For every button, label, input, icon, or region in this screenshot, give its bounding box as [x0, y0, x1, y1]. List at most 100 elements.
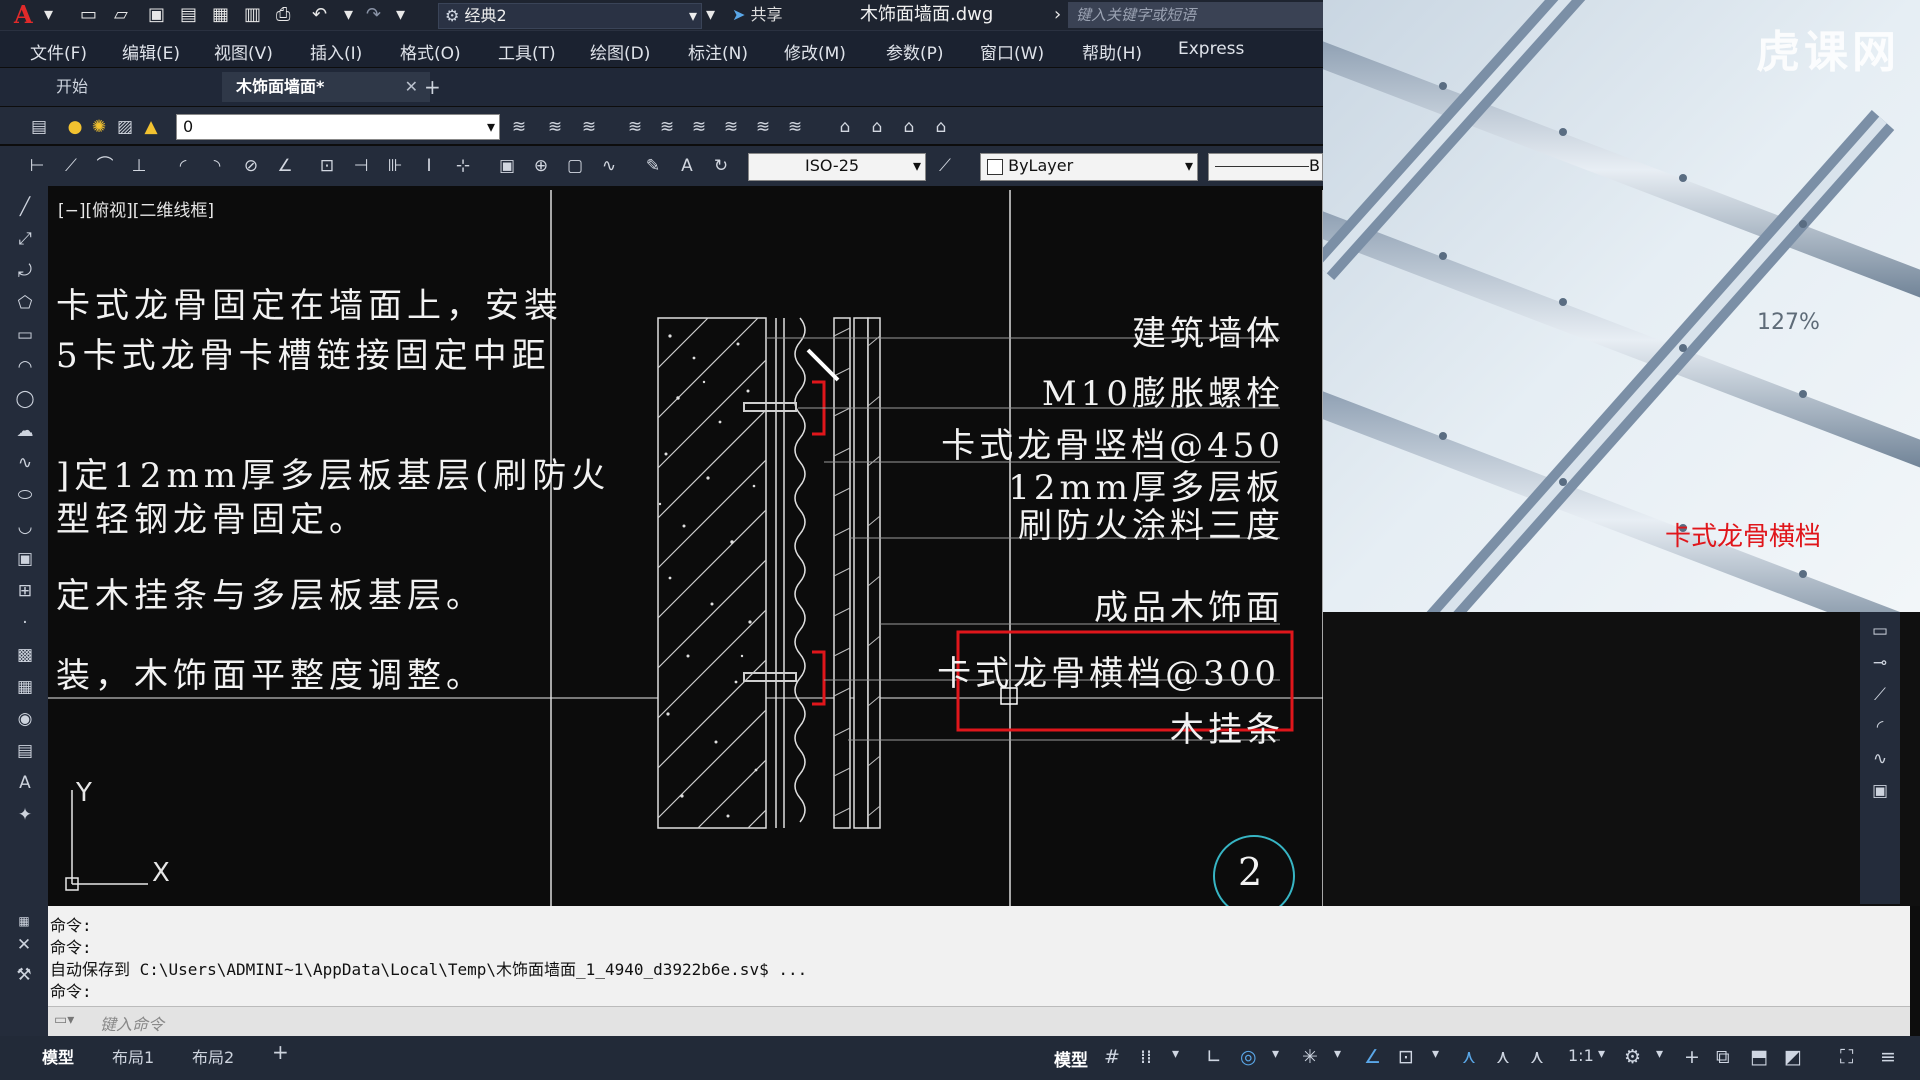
save-icon[interactable]: ▣	[148, 4, 165, 25]
tolerance-icon[interactable]: ▣	[496, 155, 518, 177]
linear-dim-icon[interactable]: ⊢	[26, 155, 48, 177]
redo-dropdown-icon[interactable]: ▾	[396, 4, 405, 25]
layer-isolate-icon[interactable]: ≋	[656, 116, 678, 138]
menu-file[interactable]: 文件(F)	[30, 39, 87, 64]
tab-active-document[interactable]: 木饰面墙面* ✕	[222, 72, 430, 102]
polar-icon[interactable]: ◎	[1240, 1046, 1257, 1068]
print-icon[interactable]: ⎙	[276, 4, 290, 25]
wrench-icon[interactable]: ⚒	[13, 964, 35, 986]
auto-scale-icon[interactable]: ⋏	[1496, 1046, 1510, 1068]
app-logo-icon[interactable]: A	[14, 0, 33, 29]
chevron-down-icon[interactable]: ▾	[1656, 1046, 1663, 1062]
spline-icon[interactable]: ∿	[14, 452, 36, 474]
linetype-select[interactable]: B	[1208, 153, 1323, 181]
insert-block-icon[interactable]: ▣	[14, 548, 36, 570]
new-file-icon[interactable]: ▭	[80, 4, 97, 25]
layout-tab-model[interactable]: 模型	[42, 1044, 74, 1068]
jogged-linear-icon[interactable]: ∿	[598, 155, 620, 177]
radius-dim-icon[interactable]: ◜	[172, 155, 194, 177]
ellipse-icon[interactable]: ⬭	[14, 484, 36, 506]
publish-icon[interactable]: ▦	[212, 4, 229, 25]
rectangle-icon[interactable]: ▭	[14, 324, 36, 346]
layer-freeze-icon[interactable]: ≋	[752, 116, 774, 138]
chevron-down-icon[interactable]: ▾	[1432, 1046, 1439, 1062]
lock-icon[interactable]: ▲	[140, 116, 162, 138]
isolate-objects-icon[interactable]: ⧉	[1716, 1046, 1730, 1068]
dim-text-edit-icon[interactable]: A	[676, 155, 698, 177]
menu-format[interactable]: 格式(O)	[400, 39, 461, 64]
layer-select[interactable]: 0 ▾	[176, 114, 500, 140]
menu-parametric[interactable]: 参数(P)	[886, 39, 944, 64]
ellipse-arc-icon[interactable]: ◡	[14, 516, 36, 538]
ordinate-dim-icon[interactable]: ⊥	[128, 155, 150, 177]
menu-help[interactable]: 帮助(H)	[1082, 39, 1142, 64]
workspace-gear-icon[interactable]: ⚙	[1624, 1046, 1641, 1068]
command-window-handle[interactable]: ▦ ✕ ⚒	[0, 906, 48, 1036]
dimstyle-select[interactable]: ISO-25 ▾	[748, 153, 926, 181]
plot-preview-icon[interactable]: ▥	[244, 4, 261, 25]
layer-match-icon[interactable]: ≋	[624, 116, 646, 138]
table-icon[interactable]: ▤	[14, 740, 36, 762]
layer-state-icon[interactable]: ≋	[578, 116, 600, 138]
redo-icon[interactable]: ↷	[366, 4, 381, 25]
make-current-layer-icon[interactable]: ≋	[508, 116, 530, 138]
sun-icon[interactable]: ✺	[88, 116, 110, 138]
undo-icon[interactable]: ↶	[312, 4, 327, 25]
snap-icon[interactable]: ⁞⁞	[1140, 1046, 1152, 1068]
search-input[interactable]: 键入关键字或短语	[1068, 2, 1323, 28]
arc-icon[interactable]: ◠	[14, 356, 36, 378]
layer-unisolate-icon[interactable]: ≋	[688, 116, 710, 138]
new-tab-plus-icon[interactable]: +	[410, 72, 455, 102]
layer-walk-icon[interactable]: ⌂	[834, 116, 856, 138]
color-select[interactable]: ByLayer ▾	[980, 153, 1198, 181]
menu-modify[interactable]: 修改(M)	[784, 39, 846, 64]
layer-previous-icon[interactable]: ≋	[544, 116, 566, 138]
layout-tab-1[interactable]: 布局1	[112, 1044, 154, 1068]
menu-tools[interactable]: 工具(T)	[498, 39, 556, 64]
menu-view[interactable]: 视图(V)	[214, 39, 273, 64]
graphics-performance-icon[interactable]: ◩	[1784, 1046, 1802, 1068]
fillet-icon[interactable]: ◜	[1869, 716, 1891, 738]
menu-window[interactable]: 窗口(W)	[980, 39, 1044, 64]
drawing-canvas-right[interactable]	[1323, 612, 1920, 906]
jogged-dim-icon[interactable]: ◝	[206, 155, 228, 177]
baseline-dim-icon[interactable]: ⊣	[350, 155, 372, 177]
trim-icon[interactable]: ⊸	[1869, 652, 1891, 674]
dim-edit-icon[interactable]: ✎	[642, 155, 664, 177]
polyline-icon[interactable]: ⤾	[14, 260, 36, 282]
plus-icon[interactable]: +	[1684, 1046, 1700, 1068]
aligned-dim-icon[interactable]: ⟋	[60, 155, 82, 177]
layer-off-icon[interactable]: ≋	[720, 116, 742, 138]
osnap-icon[interactable]: ⊡	[1398, 1046, 1414, 1068]
lightbulb-icon[interactable]: ●	[64, 116, 86, 138]
point-icon[interactable]: ·	[14, 612, 36, 634]
diameter-dim-icon[interactable]: ⊘	[240, 155, 262, 177]
grip-icon[interactable]: ▦	[13, 910, 35, 932]
clean-screen-icon[interactable]: ⛶	[1840, 1046, 1853, 1068]
otrack-icon[interactable]: ∠	[1364, 1046, 1381, 1068]
circle-icon[interactable]: ◯	[14, 388, 36, 410]
make-block-icon[interactable]: ⊞	[14, 580, 36, 602]
inspect-icon[interactable]: ▢	[564, 155, 586, 177]
undo-dropdown-icon[interactable]: ▾	[344, 4, 353, 25]
isodraft-icon[interactable]: ✳	[1302, 1046, 1318, 1068]
ortho-icon[interactable]: ∟	[1206, 1046, 1222, 1068]
layout-tab-2[interactable]: 布局2	[192, 1044, 234, 1068]
region-icon[interactable]: ◉	[14, 708, 36, 730]
layer-translate-icon[interactable]: ⌂	[930, 116, 952, 138]
explode-icon[interactable]: ▣	[1869, 780, 1891, 802]
angular-dim-icon[interactable]: ∠	[274, 155, 296, 177]
app-menu-dropdown-icon[interactable]: ▾	[44, 4, 53, 25]
dim-update-icon[interactable]: ↻	[710, 155, 732, 177]
layer-delete-icon[interactable]: ⌂	[898, 116, 920, 138]
menu-dimension[interactable]: 标注(N)	[688, 39, 748, 64]
add-selected-icon[interactable]: ✦	[14, 804, 36, 826]
chevron-down-icon[interactable]: ▾	[1172, 1046, 1179, 1062]
continue-dim-icon[interactable]: ⊪	[384, 155, 406, 177]
hatch-icon[interactable]: ▩	[14, 644, 36, 666]
annotation-scale-icon[interactable]: ⋏	[1530, 1046, 1544, 1068]
dim-break-icon[interactable]: ⊹	[452, 155, 474, 177]
add-layout-plus-icon[interactable]: +	[272, 1040, 289, 1064]
chevron-down-icon[interactable]: ▾	[1598, 1046, 1605, 1062]
quick-dim-icon[interactable]: ⊡	[316, 155, 338, 177]
